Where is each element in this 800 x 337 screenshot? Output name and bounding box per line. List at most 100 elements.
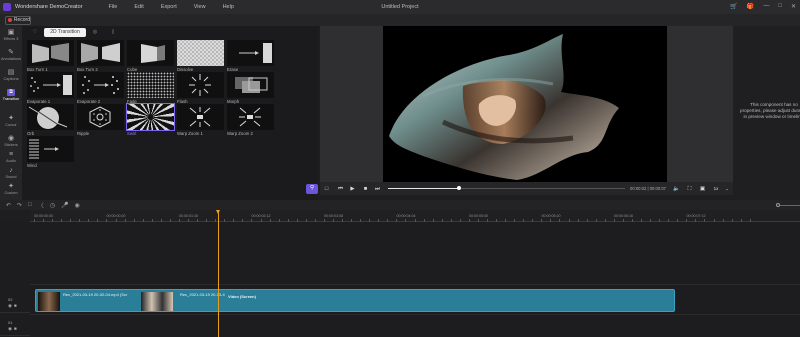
playhead[interactable] [218,210,219,337]
cart-icon[interactable]: 🛒 [730,3,737,10]
menu-file[interactable]: File [108,4,117,10]
screenshot-icon[interactable]: □ [323,185,330,193]
transition-tile[interactable]: Flash [177,72,224,104]
transition-tile[interactable]: Cube [127,40,174,72]
app-name: Wondershare DemoCreator [15,4,83,10]
sidebar-item-captions[interactable]: ▤ Captions [0,66,22,86]
sticker-icon: ◉ [7,135,15,142]
transition-tile[interactable]: Orb [27,104,74,136]
timeline-ruler[interactable]: 00:00:00:00 00:00:00:20 00:00:01:16 00:00:0… [30,210,800,222]
transition-thumbnail [27,104,74,130]
marker-icon[interactable]: ◷ [50,202,55,209]
heart-icon: ♡ [32,29,38,35]
crop-icon[interactable]: □ [28,202,32,208]
timeline-tracks: 02 ◉ ■ 01 ◉ ■ Rec_2021-03-19 20-02-04.mp… [0,222,800,337]
sidebar-item-label: Custom [4,191,18,195]
visibility-icon[interactable]: ◉ [8,326,12,332]
track-header-01: 01 ◉ ■ [0,318,30,336]
playhead-handle[interactable] [216,210,220,214]
transition-tile[interactable]: Fade [127,72,174,104]
clip-thumbnail [38,292,60,311]
zoom-preview-button[interactable]: ⚲ [306,183,318,194]
transition-tile[interactable]: Evaporate 2 [77,72,124,104]
app-logo-icon [3,3,11,11]
close-icon[interactable]: ✕ [791,3,796,10]
visibility-icon[interactable]: ◉ [8,303,12,309]
transition-thumbnail [27,40,74,66]
sidebar-item-custom[interactable]: ✦ Custom [0,180,22,200]
tab-favorites[interactable]: ♡ [26,28,44,37]
video-clip[interactable]: Rec_2021-03-19 20-02-04.mp4 (Scr Rec_202… [35,289,675,312]
mic-icon[interactable]: 🎤 [61,202,68,209]
transition-tile[interactable]: Box Turn 2 [77,40,124,72]
ruler-time-label: 00:00:05:00 [469,214,488,218]
ruler-time-label: 00:00:05:20 [541,214,561,218]
lock-icon[interactable]: ■ [14,326,17,332]
transition-label: Warp Zoom 1 [177,131,203,136]
tab-other[interactable]: ▯ [104,28,122,37]
transition-tile[interactable]: Box Turn 1 [27,40,74,72]
title-bar: Wondershare DemoCreator File Edit Export… [0,0,800,14]
sidebar-item-cursor[interactable]: ✦ Cursor [0,112,22,132]
transition-tile[interactable]: Warp Zoom 1 [177,104,224,136]
zoom-slider[interactable] [780,204,800,206]
sidebar-item-label: Stickers [4,143,18,147]
volume-icon[interactable]: 🔈 [673,185,680,193]
timeline-zoom[interactable] [776,203,800,207]
transition-tile[interactable]: Wind [27,136,74,168]
sidebar-item-label: Transition [2,97,20,101]
transition-tile[interactable]: Morph [227,72,274,104]
transition-thumbnail [177,40,224,66]
maximize-icon[interactable]: □ [778,3,782,10]
chevron-down-icon[interactable]: ⌄ [724,185,730,193]
playback-progress[interactable] [388,186,625,191]
transition-label: Warp Zoom 2 [227,131,253,136]
transition-tile[interactable]: Ripple [77,104,124,136]
transition-label: Ripple [77,131,90,136]
menu-help[interactable]: Help [223,4,234,10]
minimize-icon[interactable]: — [763,3,769,10]
track-number: 01 [8,320,13,325]
crop-icon[interactable]: ▣ [699,185,706,193]
transition-tile[interactable]: Erase [227,40,274,72]
ruler-time-label: 00:00:07:12 [686,214,706,218]
sidebar-item-effects[interactable]: ▣ Effects 3 [0,26,22,46]
previous-frame-icon[interactable]: ⏮ [337,185,344,193]
clip-label: Rec_2021-03-19 20-02-04.mp4 (Scr [63,292,128,297]
transition-thumbnail [77,72,124,98]
next-frame-icon[interactable]: ⏭ [374,185,381,193]
properties-message: This component has no properties, please… [740,102,800,119]
menu-view[interactable]: View [194,4,206,10]
sidebar-item-transition[interactable]: ⧉ Transition [0,86,22,106]
preview-panel [320,26,733,182]
playback-time: 00:00:02 | 00:00:07 [630,186,667,191]
transition-tile[interactable]: Dissolve [177,40,224,72]
menu-export[interactable]: Export [161,4,177,10]
progress-handle[interactable] [457,186,462,191]
transition-thumbnail [227,72,274,98]
undo-icon[interactable]: ↶ [6,202,11,209]
track-separator [30,314,800,315]
redo-icon[interactable]: ↷ [17,202,22,209]
tab-3d-transition[interactable]: ◎ [86,28,104,37]
record-camera-icon[interactable]: ◉ [74,202,79,209]
lock-icon[interactable]: ■ [14,303,17,309]
menu-edit[interactable]: Edit [134,4,143,10]
fullscreen-icon[interactable]: ⛶ [686,185,693,193]
gift-icon[interactable]: 🎁 [747,3,754,10]
tab-2d-transition[interactable]: 2D Transition [44,28,86,37]
transition-tile[interactable]: Evaporate 1 [27,72,74,104]
stop-icon[interactable]: ■ [362,185,369,193]
app-window: Wondershare DemoCreator File Edit Export… [0,0,800,337]
speed-select[interactable]: 1x [711,185,721,193]
sidebar-item-annotations[interactable]: ✎ Annotations [0,46,22,66]
sidebar-item-label: Effects 3 [3,37,19,41]
window-controls: 🛒 🎁 — □ ✕ [730,3,796,10]
preview-canvas[interactable] [383,26,667,182]
transition-tile[interactable]: Warp Zoom 2 [227,104,274,136]
split-icon[interactable]: 〈 [38,201,44,210]
record-button[interactable]: Record [5,15,31,25]
play-icon[interactable]: ▶ [349,185,356,193]
menu-bar: File Edit Export View Help [108,4,250,10]
transition-tile-selected[interactable]: Swirl [126,103,175,136]
